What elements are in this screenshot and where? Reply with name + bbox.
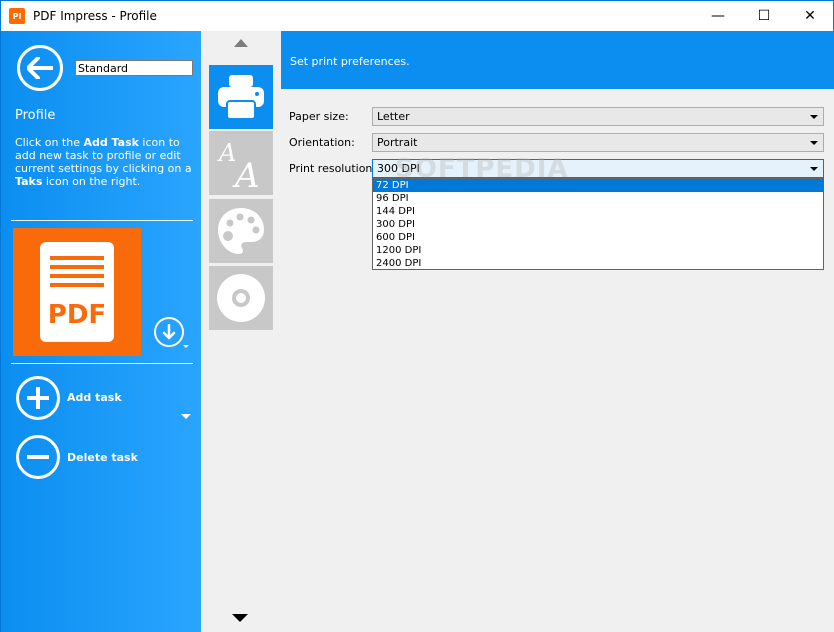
- pdf-label: PDF: [47, 300, 107, 330]
- chevron-down-icon: [810, 167, 818, 171]
- printer-icon: [218, 75, 264, 120]
- paper-size-label: Paper size:: [289, 110, 349, 123]
- divider: [11, 220, 193, 221]
- dropdown-option[interactable]: 144 DPI: [373, 205, 823, 218]
- download-caret-icon[interactable]: [183, 345, 189, 348]
- minimize-button[interactable]: —: [695, 1, 741, 31]
- orientation-label: Orientation:: [289, 136, 355, 149]
- title-bar: PI PDF Impress - Profile — ☐ ✕: [0, 0, 834, 31]
- print-resolution-dropdown: 72 DPI 96 DPI 144 DPI 300 DPI 600 DPI 12…: [372, 178, 824, 270]
- delete-task-button[interactable]: [16, 435, 60, 479]
- font-icon: A A: [217, 139, 260, 191]
- minus-icon: [27, 455, 49, 459]
- svg-text:A: A: [217, 139, 236, 167]
- disc-icon: [217, 274, 265, 322]
- section-title: Profile: [15, 108, 56, 123]
- close-button[interactable]: ✕: [787, 1, 833, 31]
- window-title: PDF Impress - Profile: [33, 9, 157, 23]
- scroll-up-icon[interactable]: [234, 39, 248, 47]
- category-print[interactable]: [209, 65, 273, 129]
- paper-size-select[interactable]: Letter: [372, 107, 824, 126]
- palette-icon: [218, 208, 264, 254]
- dropdown-option[interactable]: 96 DPI: [373, 192, 823, 205]
- pdf-document-icon: PDF: [40, 242, 114, 342]
- category-media[interactable]: [209, 266, 273, 330]
- banner-text: Set print preferences.: [290, 55, 410, 68]
- help-text: Click on the Add Task icon to add new ta…: [15, 136, 192, 188]
- dropdown-option[interactable]: 1200 DPI: [373, 244, 823, 257]
- divider: [11, 363, 193, 364]
- window-controls: — ☐ ✕: [695, 1, 833, 31]
- content-banner: Set print preferences.: [281, 31, 834, 89]
- scroll-down-icon[interactable]: [232, 614, 248, 622]
- download-button[interactable]: [154, 317, 184, 347]
- dropdown-option[interactable]: 2400 DPI: [373, 257, 823, 270]
- paper-size-value: Letter: [377, 110, 410, 123]
- orientation-value: Portrait: [377, 136, 418, 149]
- add-task-button[interactable]: [16, 376, 60, 420]
- sidebar: Profile Click on the Add Task icon to ad…: [0, 31, 201, 632]
- svg-text:A: A: [232, 156, 260, 191]
- arrow-left-icon: [27, 57, 53, 79]
- dropdown-option[interactable]: 300 DPI: [373, 218, 823, 231]
- arrow-down-icon: [162, 324, 176, 340]
- dropdown-option[interactable]: 600 DPI: [373, 231, 823, 244]
- chevron-down-icon: [810, 115, 818, 119]
- dropdown-option[interactable]: 72 DPI: [373, 179, 823, 192]
- back-button[interactable]: [17, 45, 63, 91]
- chevron-down-icon: [810, 141, 818, 145]
- orientation-select[interactable]: Portrait: [372, 133, 824, 152]
- app-icon: PI: [9, 8, 25, 24]
- category-strip: A A: [201, 31, 281, 632]
- add-task-caret-icon[interactable]: [181, 414, 191, 419]
- maximize-button[interactable]: ☐: [741, 1, 787, 31]
- add-task-label[interactable]: Add task: [67, 391, 122, 404]
- print-resolution-label: Print resolution:: [289, 162, 377, 175]
- profile-name-input[interactable]: [75, 60, 193, 76]
- pdf-output-tile[interactable]: PDF: [13, 228, 141, 356]
- delete-task-label[interactable]: Delete task: [67, 451, 138, 464]
- category-colors[interactable]: [209, 199, 273, 263]
- category-fonts[interactable]: A A: [209, 131, 273, 195]
- plus-icon: [27, 387, 49, 409]
